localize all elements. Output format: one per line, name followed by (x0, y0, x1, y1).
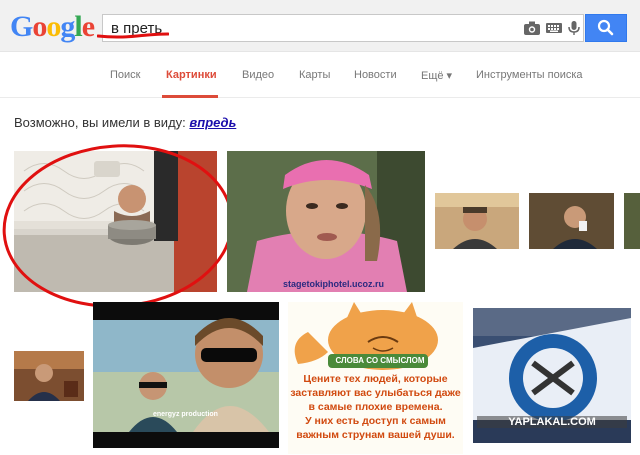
image-result-energy-production[interactable]: energyz production (93, 302, 279, 448)
search-box (102, 14, 584, 42)
active-tab-indicator (162, 95, 218, 98)
cat-quote-line: в самые плохие времена. (308, 401, 443, 413)
suggestion-link[interactable]: впредь (189, 115, 236, 130)
tab-search-tools[interactable]: Инструменты поиска (476, 69, 583, 81)
image-result-partial[interactable] (624, 193, 640, 249)
image-caption: energyz production (153, 411, 218, 418)
image-result-pink-hoodie[interactable]: stagetokiphotel.ucoz.ru (227, 151, 425, 292)
red-underline-mark (97, 32, 169, 39)
search-button[interactable] (585, 14, 627, 42)
keyboard-icon[interactable] (545, 20, 563, 36)
logo-letter: g (60, 10, 75, 43)
tab-more[interactable]: Ещё ▾ (421, 69, 452, 82)
cat-quote-line: заставляют вас улыбаться даже (290, 387, 461, 399)
results-area: Возможно, вы имели в виду: впредь staget… (0, 99, 640, 455)
sunglasses-guys-photo (93, 302, 279, 448)
logo-letter: o (32, 10, 47, 43)
pink-hoodie-photo (227, 151, 425, 292)
cat-quote-title: СЛОВА СО СМЫСЛОМ (335, 356, 425, 365)
cat-quote-line: Цените тех людей, которые (303, 373, 448, 385)
cat-quote-line: У них есть доступ к самым (305, 415, 446, 427)
tab-search[interactable]: Поиск (110, 69, 140, 81)
image-caption: stagetokiphotel.ucoz.ru (283, 279, 385, 289)
tab-news[interactable]: Новости (354, 69, 397, 81)
did-you-mean: Возможно, вы имели в виду: впредь (14, 115, 236, 130)
logo-letter: e (81, 10, 95, 43)
image-result-man-sleeping[interactable] (435, 193, 519, 249)
image-result-man-cafe[interactable] (14, 351, 84, 401)
header-bar: Google (0, 0, 640, 52)
tab-video[interactable]: Видео (242, 69, 274, 81)
red-circle-mark (2, 144, 234, 308)
watermark-text: YAPLAKAL.COM (477, 416, 627, 428)
cat-quote-line: важным струнам вашей души. (296, 429, 455, 441)
did-you-mean-prefix: Возможно, вы имели в виду: (14, 115, 186, 130)
search-tabs: Поиск Картинки Видео Карты Новости Ещё ▾… (0, 52, 640, 98)
image-result-stadium-banner[interactable]: YAPLAKAL.COM (473, 308, 631, 443)
tab-images[interactable]: Картинки (166, 69, 217, 81)
image-result-cat-quote[interactable]: СЛОВА СО СМЫСЛОМ Цените тех людей, котор… (288, 302, 463, 454)
logo-letter: l (74, 10, 82, 43)
image-result-man-drinking[interactable] (529, 193, 614, 249)
search-icon (597, 19, 614, 36)
man-photo (435, 193, 519, 249)
tab-maps[interactable]: Карты (299, 69, 330, 81)
cat-quote-text: Цените тех людей, которые заставляют вас… (290, 372, 461, 442)
man-cafe-photo (14, 351, 84, 401)
logo-letter: G (10, 10, 33, 43)
microphone-icon[interactable] (565, 20, 583, 36)
man-drinking-photo (529, 193, 614, 249)
google-logo[interactable]: Google (10, 10, 95, 44)
camera-icon[interactable] (523, 20, 541, 36)
logo-letter: o (46, 10, 61, 43)
search-input[interactable] (111, 18, 511, 38)
